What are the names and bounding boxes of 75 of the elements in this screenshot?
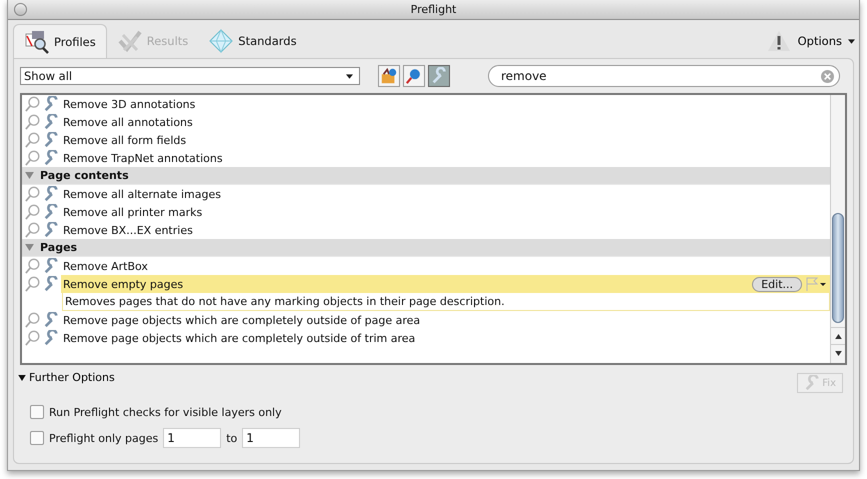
magnifier-icon	[25, 312, 41, 328]
magnifier-icon	[405, 67, 423, 85]
options-menu[interactable]: Options	[790, 34, 859, 48]
warning-icon	[768, 30, 790, 52]
item-description: Removes pages that do not have any marking objects in their page description.	[62, 293, 830, 311]
view-toggle[interactable]	[428, 65, 450, 87]
group-label: Page contents	[40, 169, 129, 182]
window-title: Preflight	[410, 3, 456, 16]
further-options-toggle[interactable]: Further Options	[18, 371, 115, 384]
scroll-up-icon[interactable]	[834, 334, 842, 338]
magnifier-icon	[25, 186, 41, 202]
filter-dropdown[interactable]: Show all	[20, 67, 360, 85]
group-header[interactable]: Page contents	[22, 167, 830, 185]
scroll-down-icon[interactable]	[834, 350, 842, 356]
magnifier-icon	[25, 258, 41, 274]
magnifier-icon	[25, 150, 41, 166]
magnifier-icon	[25, 114, 41, 130]
fixup-item[interactable]: Remove ArtBox	[61, 257, 830, 275]
scrollbar[interactable]	[830, 95, 845, 363]
magnifier-icon	[25, 276, 41, 292]
edit-button[interactable]: Edit...	[752, 276, 802, 292]
disclosure-triangle-icon[interactable]	[25, 172, 34, 179]
wrench-icon	[804, 375, 820, 391]
wrench-icon	[43, 312, 59, 328]
wrench-icon	[43, 222, 59, 238]
fixup-item[interactable]: Remove all annotations	[61, 113, 830, 131]
view-toggle[interactable]	[403, 65, 425, 87]
magnifier-document-icon	[24, 30, 50, 54]
group-header[interactable]: Pages	[22, 239, 830, 257]
magnifier-icon	[25, 96, 41, 112]
caret-icon	[848, 38, 855, 44]
wrench-icon	[43, 114, 59, 130]
checkbox-label: Run Preflight checks for visible layers only	[49, 406, 282, 418]
wrench-icon	[43, 204, 59, 220]
caret-icon	[346, 74, 353, 78]
tab[interactable]: Standards	[198, 24, 307, 58]
fixup-item[interactable]: Remove TrapNet annotations	[61, 149, 830, 167]
check-cross-icon	[116, 29, 143, 53]
fixup-item[interactable]: Remove page objects which are completely outside of page area	[61, 311, 830, 329]
fixup-item[interactable]: Remove all alternate images	[61, 185, 830, 203]
fixup-item[interactable]: Remove empty pages Edit...	[61, 275, 830, 293]
close-button[interactable]	[14, 3, 27, 16]
magnifier-icon	[25, 132, 41, 148]
checkbox-label: Preflight only pages	[49, 432, 158, 444]
checkbox[interactable]	[30, 405, 44, 419]
fixup-item[interactable]: Remove all form fields	[61, 131, 830, 149]
toolbox-icon	[380, 67, 398, 85]
wrench-icon	[43, 96, 59, 112]
fixup-item[interactable]: Remove all printer marks	[61, 203, 830, 221]
diamond-icon	[208, 29, 234, 53]
wrench-icon	[43, 150, 59, 166]
from-page-field[interactable]: 1	[163, 428, 222, 448]
view-toggle[interactable]	[378, 65, 400, 87]
fixup-item[interactable]: Remove BX...EX entries	[61, 221, 830, 239]
fixup-item[interactable]: Remove 3D annotations	[61, 95, 830, 113]
flag-icon[interactable]	[806, 277, 828, 291]
search-field[interactable]: remove	[488, 65, 840, 87]
wrench-icon	[43, 276, 59, 292]
magnifier-icon	[25, 204, 41, 220]
wrench-icon	[43, 132, 59, 148]
checkbox[interactable]	[30, 431, 44, 445]
magnifier-icon	[25, 330, 41, 346]
fixup-item[interactable]: Remove page objects which are completely outside of trim area	[61, 329, 830, 347]
magnifier-icon	[25, 222, 41, 238]
to-label: to	[226, 432, 238, 444]
wrench-icon	[43, 330, 59, 346]
wrench-icon	[43, 186, 59, 202]
wrench-icon	[43, 258, 59, 274]
disclosure-triangle-icon	[18, 374, 26, 380]
to-page-field[interactable]: 1	[242, 428, 300, 448]
clear-icon[interactable]	[821, 70, 834, 82]
wrench-icon	[430, 67, 448, 85]
group-label: Pages	[40, 241, 78, 254]
disclosure-triangle-icon[interactable]	[25, 244, 34, 251]
tab[interactable]: Profiles	[13, 24, 107, 58]
